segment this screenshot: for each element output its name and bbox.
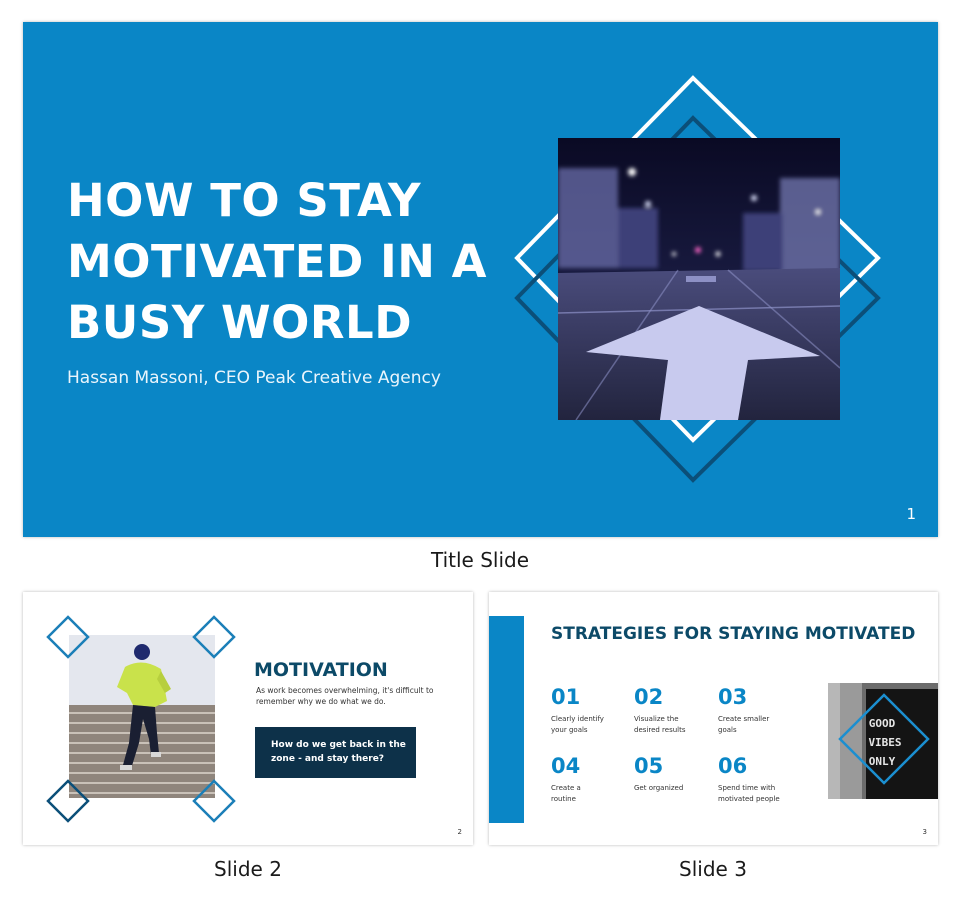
strategy-text: Visualize the desired results	[634, 715, 686, 734]
slide-2-caption: Slide 2	[214, 857, 282, 881]
sign-text: VIBES	[868, 736, 901, 749]
strategy-item: 02 Visualize the desired results	[634, 686, 714, 736]
slide-2-body-text: As work becomes overwhelming, it's diffi…	[256, 686, 434, 706]
title-slide-thumbnail[interactable]: HOW TO STAY MOTIVATED IN A BUSY WORLD Ha…	[23, 22, 938, 537]
strategies-grid: 01 Clearly identify your goals 02 Visual…	[551, 686, 811, 816]
strategy-item: 01 Clearly identify your goals	[551, 686, 631, 736]
sign-text: GOOD	[869, 717, 896, 730]
strategy-item: 04 Create a routine	[551, 755, 631, 805]
good-vibes-photo: GOOD VIBES ONLY	[828, 683, 938, 799]
slide-2-title: MOTIVATION	[254, 659, 388, 681]
strategy-number: 03	[718, 685, 748, 709]
strategy-item: 06 Spend time with motivated people	[718, 755, 798, 805]
slide-2-callout-text: How do we get back in the zone - and sta…	[271, 740, 406, 764]
strategy-item: 05 Get organized	[634, 755, 714, 794]
slide-3-thumbnail[interactable]: STRATEGIES FOR STAYING MOTIVATED 01 Clea…	[489, 592, 938, 845]
slide-3-page-number: 3	[922, 828, 927, 836]
strategy-text: Create a routine	[551, 784, 581, 803]
sign-text: ONLY	[869, 755, 896, 768]
strategy-number: 01	[551, 685, 581, 709]
page-number: 1	[906, 505, 916, 523]
strategy-text: Spend time with motivated people	[718, 784, 780, 803]
slide-2-page-number: 2	[457, 828, 462, 836]
slide-3-caption: Slide 3	[679, 857, 747, 881]
strategy-number: 05	[634, 754, 664, 778]
strategy-item: 03 Create smaller goals	[718, 686, 798, 736]
street-arrow-photo	[558, 138, 840, 420]
corner-diamonds	[46, 615, 236, 823]
main-title: HOW TO STAY MOTIVATED IN A BUSY WORLD	[67, 174, 487, 349]
slide-2-callout-box: How do we get back in the zone - and sta…	[255, 727, 416, 778]
title-slide-caption: Title Slide	[430, 548, 530, 572]
strategy-text: Create smaller goals	[718, 715, 770, 734]
slide-2-thumbnail[interactable]: MOTIVATION As work becomes overwhelming,…	[23, 592, 473, 845]
slide-3-accent-bar	[489, 616, 524, 823]
strategy-number: 02	[634, 685, 664, 709]
strategy-number: 06	[718, 754, 748, 778]
strategy-number: 04	[551, 754, 581, 778]
main-subtitle: Hassan Massoni, CEO Peak Creative Agency	[67, 368, 441, 388]
strategy-text: Get organized	[634, 784, 684, 792]
strategy-text: Clearly identify your goals	[551, 715, 604, 734]
slide-3-title: STRATEGIES FOR STAYING MOTIVATED	[551, 624, 916, 644]
